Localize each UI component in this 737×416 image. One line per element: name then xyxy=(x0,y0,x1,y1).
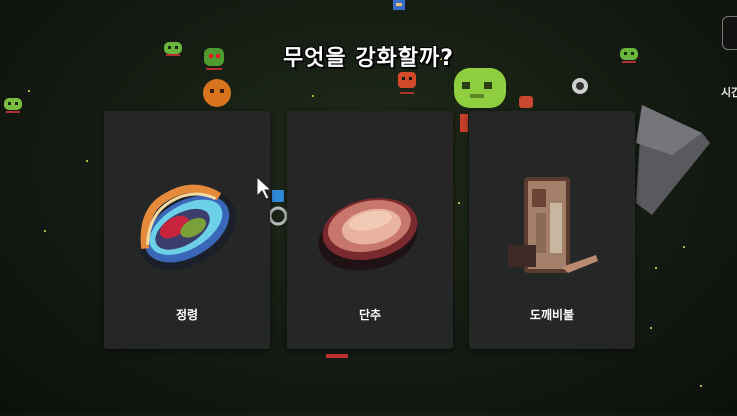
upgrade-option-label: 정령 xyxy=(175,308,199,322)
spirit-orb-icon xyxy=(139,184,237,271)
hud-time-label: 시간 xyxy=(721,86,737,99)
rock-obstacle xyxy=(636,105,710,215)
slime-sprite-left xyxy=(4,98,22,113)
small-critter-sprite xyxy=(519,96,533,108)
dokkaebi-fire-icon xyxy=(508,177,598,273)
eyeball-sprite xyxy=(572,78,588,94)
fox-sprite xyxy=(398,72,416,94)
pumpkin-sprite xyxy=(203,79,231,107)
upgrade-option-dokkaebi-fire[interactable]: 도깨비불 xyxy=(469,111,635,349)
health-bar xyxy=(326,354,348,358)
upgrade-option-label: 단추 xyxy=(358,308,382,322)
upgrade-option-button[interactable]: 단추 xyxy=(287,111,453,349)
mouse-cursor-icon xyxy=(256,176,272,200)
knight-sprite xyxy=(393,0,405,10)
upgrade-prompt-title: 무엇을 강화할까? xyxy=(282,46,455,71)
upgrade-option-spirit[interactable]: 정령 xyxy=(104,111,270,349)
upgrade-option-label: 도깨비불 xyxy=(529,308,575,322)
button-icon xyxy=(318,198,418,271)
